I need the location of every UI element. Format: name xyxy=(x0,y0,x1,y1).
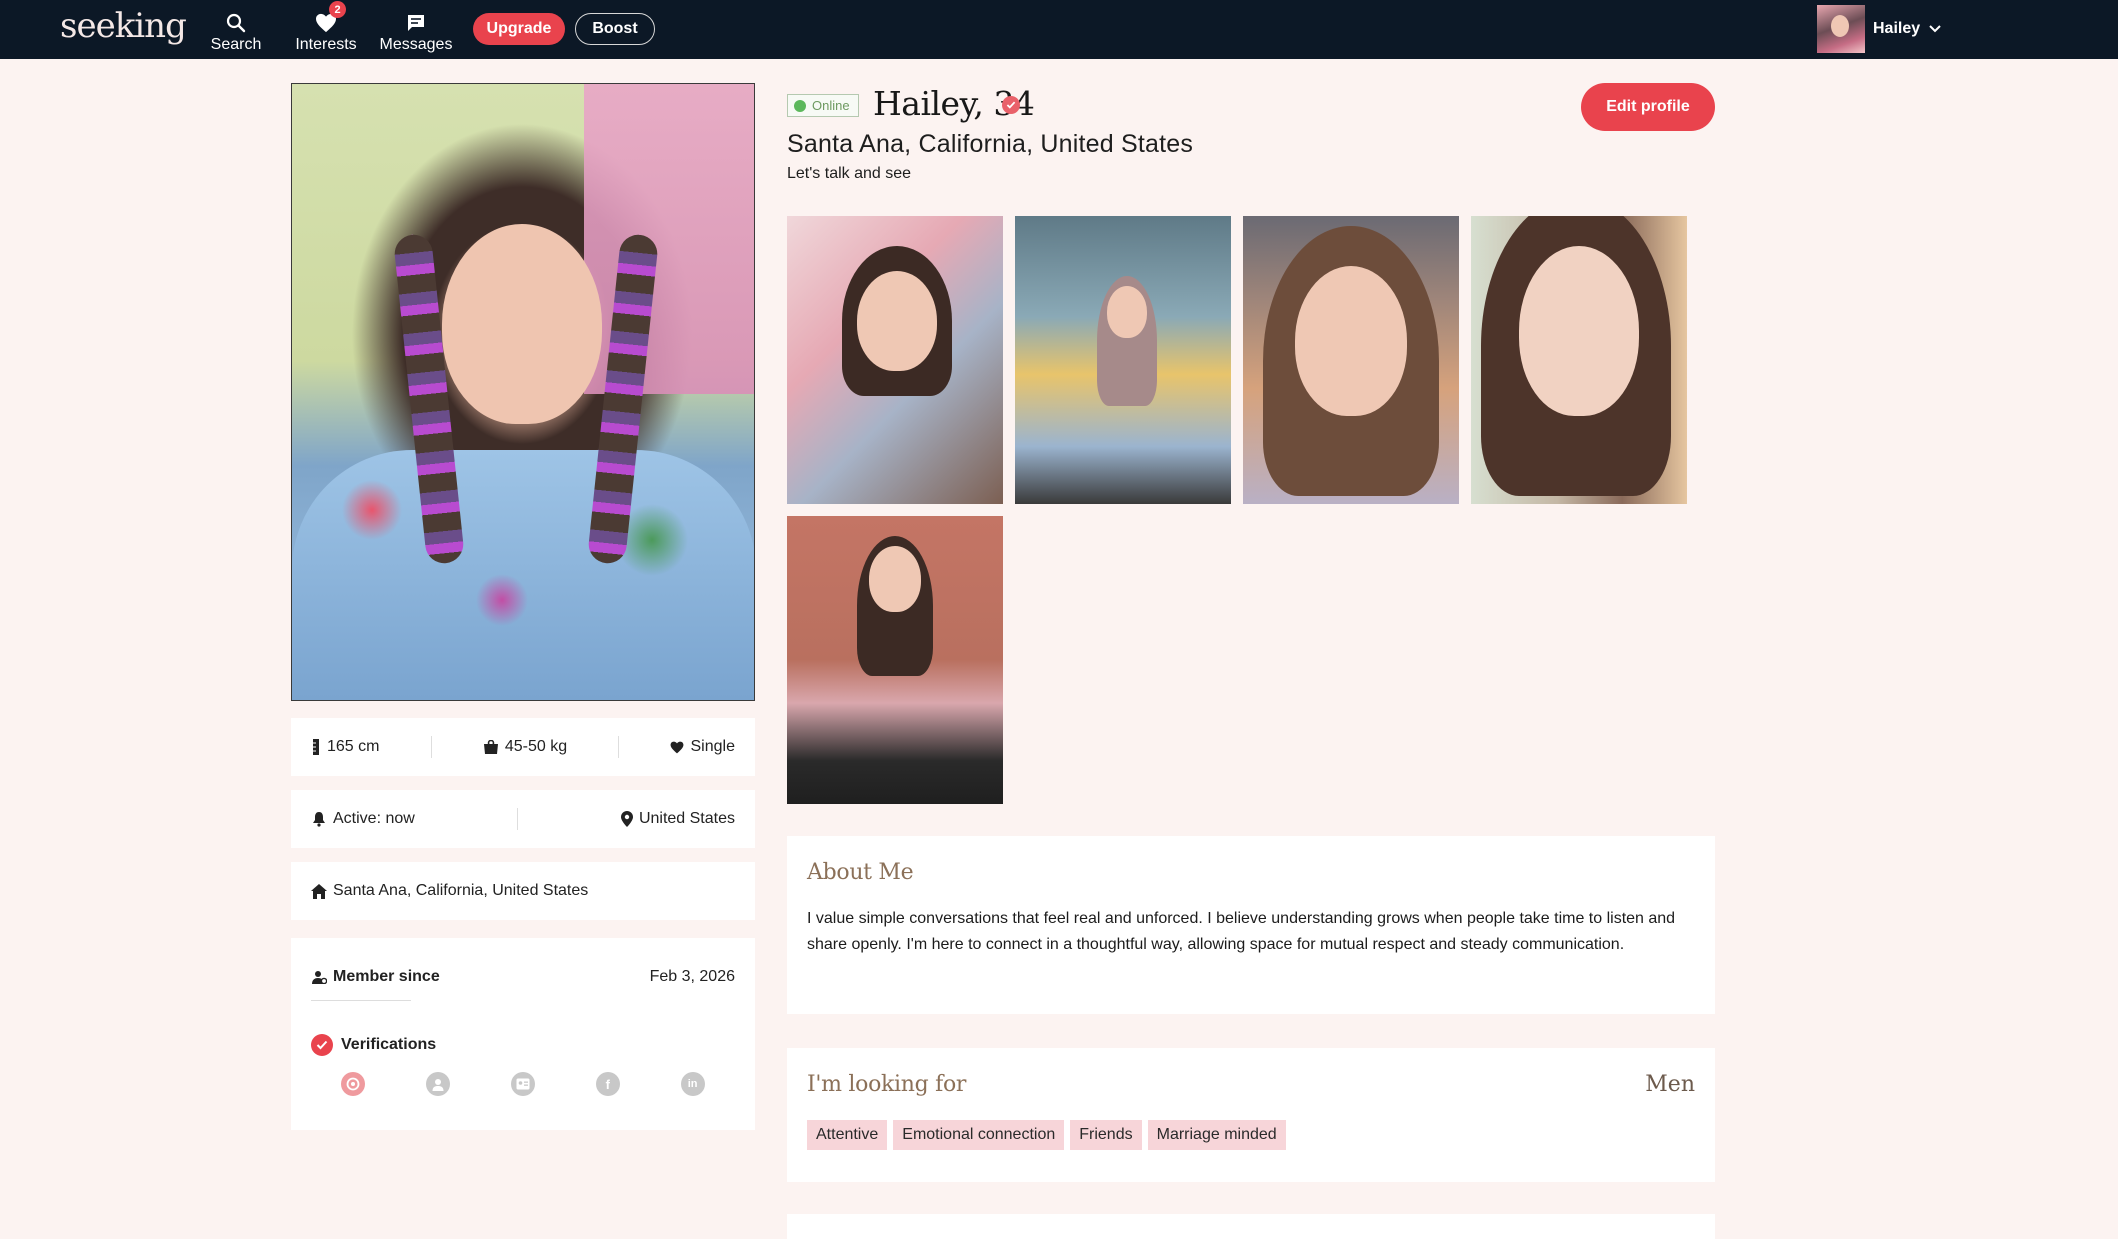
body-stats-card: 165 cm 45-50 kg Single xyxy=(291,718,755,776)
photo-face xyxy=(1295,266,1407,416)
location-pin-icon xyxy=(620,811,633,827)
relationship-stat: Single xyxy=(670,738,735,756)
home-value: Santa Ana, California, United States xyxy=(333,882,589,899)
verified-badge-icon xyxy=(1002,96,1020,114)
photo-face xyxy=(857,271,937,371)
member-icon xyxy=(312,971,327,984)
boost-button[interactable]: Boost xyxy=(575,13,655,45)
gallery-photo-1[interactable] xyxy=(787,216,1003,504)
height-value: 165 cm xyxy=(327,738,380,755)
active-value: Active: now xyxy=(333,810,415,827)
nav-search-label: Search xyxy=(210,36,262,53)
photo-verified-icon[interactable] xyxy=(341,1072,366,1096)
photo-face xyxy=(442,224,602,424)
weight-value: 45-50 kg xyxy=(504,738,568,755)
nav-search[interactable]: Search xyxy=(206,6,266,54)
looking-for-gender: Men xyxy=(1645,1072,1695,1097)
gallery-photo-4[interactable] xyxy=(1471,216,1687,504)
nav-messages[interactable]: Messages xyxy=(376,6,456,54)
user-name: Hailey xyxy=(1873,20,1921,37)
bell-icon xyxy=(313,812,325,827)
user-menu[interactable]: Hailey xyxy=(1817,5,1942,53)
facebook-icon[interactable]: f xyxy=(595,1072,620,1096)
online-status-badge: Online xyxy=(787,94,859,117)
active-stat: Active: now xyxy=(311,810,415,828)
online-dot-icon xyxy=(794,99,806,112)
height-stat: 165 cm xyxy=(311,738,379,756)
nav-interests[interactable]: 2 Interests xyxy=(288,1,364,54)
activity-card: Active: now United States xyxy=(291,790,755,848)
verifications: Verifications xyxy=(311,1034,436,1056)
avatar xyxy=(1817,5,1865,53)
nav-messages-label: Messages xyxy=(379,36,453,53)
home-icon xyxy=(311,883,327,899)
country-value: United States xyxy=(638,810,735,827)
photo-face xyxy=(869,546,921,612)
tag: Marriage minded xyxy=(1147,1120,1286,1150)
country-stat: United States xyxy=(620,810,735,828)
interests-badge: 2 xyxy=(329,1,346,18)
profile-location: Santa Ana, California, United States xyxy=(787,130,1194,158)
main-profile-photo[interactable] xyxy=(291,83,755,701)
photo-face xyxy=(1519,246,1639,416)
gallery-photo-3[interactable] xyxy=(1243,216,1459,504)
verification-icons: f in xyxy=(311,1072,735,1096)
chevron-down-icon xyxy=(1929,25,1941,33)
id-card-icon[interactable] xyxy=(510,1072,535,1096)
divider xyxy=(311,1000,411,1001)
gallery-photo-2[interactable] xyxy=(1015,216,1231,504)
divider xyxy=(517,808,519,830)
tag: Attentive xyxy=(807,1120,888,1150)
verifications-label: Verifications xyxy=(341,1036,437,1053)
member-since-label: Member since xyxy=(333,968,440,985)
looking-for-section: I'm looking for Men Attentive Emotional … xyxy=(787,1048,1715,1182)
divider xyxy=(618,736,620,758)
member-since: Member since xyxy=(311,968,440,986)
about-me-text: I value simple conversations that feel r… xyxy=(807,910,1676,953)
next-section xyxy=(787,1214,1715,1239)
nav-interests-label: Interests xyxy=(295,36,357,53)
home-stat: Santa Ana, California, United States xyxy=(311,882,588,900)
relationship-value: Single xyxy=(690,738,735,755)
looking-for-title: I'm looking for xyxy=(807,1072,967,1097)
height-icon xyxy=(313,739,319,755)
looking-for-tags: Attentive Emotional connection Friends M… xyxy=(807,1120,1286,1150)
upgrade-button[interactable]: Upgrade xyxy=(473,13,565,45)
about-me-title: About Me xyxy=(807,860,914,885)
online-status-text: Online xyxy=(812,98,850,113)
weight-icon xyxy=(483,740,498,754)
tag: Friends xyxy=(1070,1120,1142,1150)
seeking-logo[interactable]: seeking xyxy=(60,6,187,46)
member-since-date: Feb 3, 2026 xyxy=(649,968,735,985)
photo-face xyxy=(1107,286,1147,338)
weight-stat: 45-50 kg xyxy=(483,738,567,756)
about-me-section: About Me I value simple conversations th… xyxy=(787,836,1715,1014)
linkedin-icon[interactable]: in xyxy=(680,1072,705,1096)
search-icon xyxy=(226,13,246,33)
heart-icon xyxy=(671,741,684,753)
photo-shirt xyxy=(292,450,754,700)
membership-card: Member since Feb 3, 2026 Verifications f… xyxy=(291,938,755,1130)
tag: Emotional connection xyxy=(893,1120,1065,1150)
verified-check-icon xyxy=(311,1034,333,1056)
profile-icon[interactable] xyxy=(426,1072,451,1096)
message-icon xyxy=(408,15,424,31)
home-card: Santa Ana, California, United States xyxy=(291,862,755,920)
gallery-photo-5[interactable] xyxy=(787,516,1003,804)
top-nav: seeking Search 2 Interests Messages Upgr… xyxy=(0,0,2118,59)
divider xyxy=(430,736,432,758)
edit-profile-button[interactable]: Edit profile xyxy=(1581,83,1715,131)
profile-tagline: Let's talk and see xyxy=(787,165,912,182)
